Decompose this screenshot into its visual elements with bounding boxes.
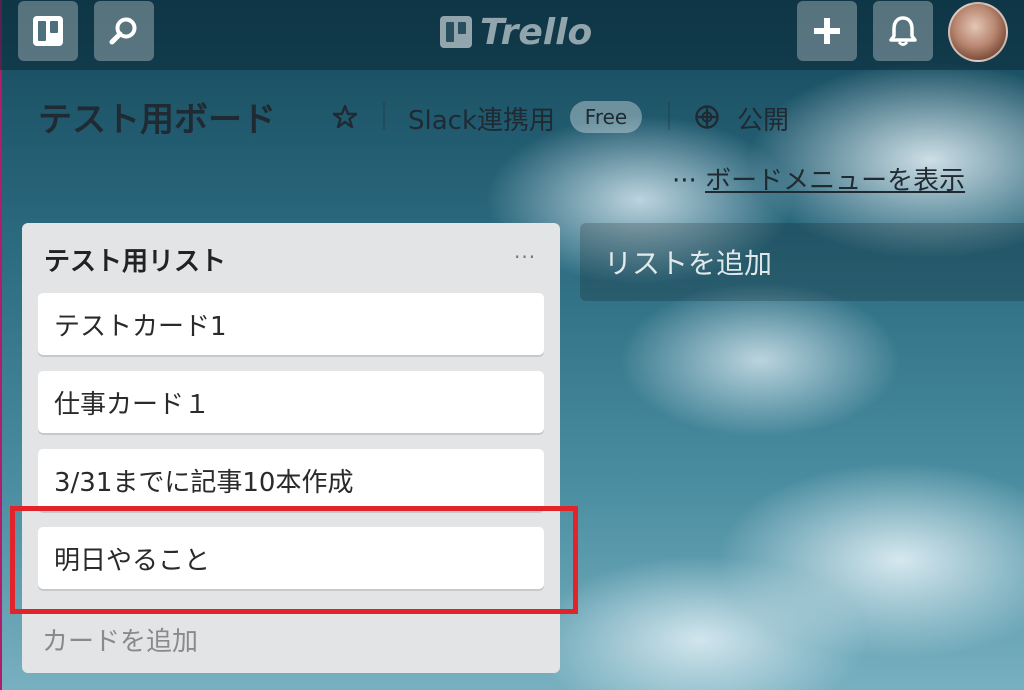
star-button[interactable] bbox=[332, 104, 358, 130]
search-icon bbox=[109, 17, 137, 45]
plus-icon bbox=[814, 18, 840, 44]
list-title[interactable]: テスト用リスト bbox=[44, 241, 226, 278]
user-avatar[interactable] bbox=[948, 2, 1008, 62]
bell-icon bbox=[889, 16, 917, 46]
card[interactable]: 3/31までに記事10本作成 bbox=[38, 449, 544, 511]
board-title[interactable]: テスト用ボード bbox=[38, 92, 276, 141]
trello-logo-text: Trello bbox=[480, 11, 593, 53]
add-card-button[interactable]: カードを追加 bbox=[42, 621, 198, 658]
trello-logo[interactable]: Trello bbox=[440, 11, 593, 53]
card[interactable]: テストカード1 bbox=[38, 293, 544, 355]
trello-logo-icon bbox=[440, 16, 472, 48]
show-board-menu[interactable]: ··· ボードメニューを表示 bbox=[672, 160, 965, 197]
header-divider bbox=[668, 102, 670, 130]
list-menu-button[interactable]: ··· bbox=[514, 245, 536, 269]
search-button[interactable] bbox=[94, 1, 154, 61]
team-name[interactable]: Slack連携用 bbox=[408, 100, 555, 137]
visibility-button[interactable] bbox=[694, 104, 720, 130]
boards-button[interactable] bbox=[18, 1, 78, 61]
notifications-button[interactable] bbox=[873, 1, 933, 61]
visibility-label[interactable]: 公開 bbox=[737, 100, 789, 137]
plan-badge: Free bbox=[570, 101, 642, 133]
boards-icon bbox=[33, 16, 63, 46]
globe-icon bbox=[695, 105, 719, 129]
star-icon bbox=[332, 104, 358, 129]
top-bar: Trello bbox=[0, 0, 1024, 70]
create-button[interactable] bbox=[797, 1, 857, 61]
highlight-box bbox=[10, 506, 578, 614]
add-list-button[interactable]: リストを追加 bbox=[580, 223, 1024, 301]
more-dots-icon: ··· bbox=[672, 166, 697, 196]
board-menu-link[interactable]: ボードメニューを表示 bbox=[705, 166, 965, 196]
card[interactable]: 仕事カード１ bbox=[38, 371, 544, 433]
window-edge bbox=[0, 0, 2, 690]
header-divider bbox=[383, 102, 385, 130]
